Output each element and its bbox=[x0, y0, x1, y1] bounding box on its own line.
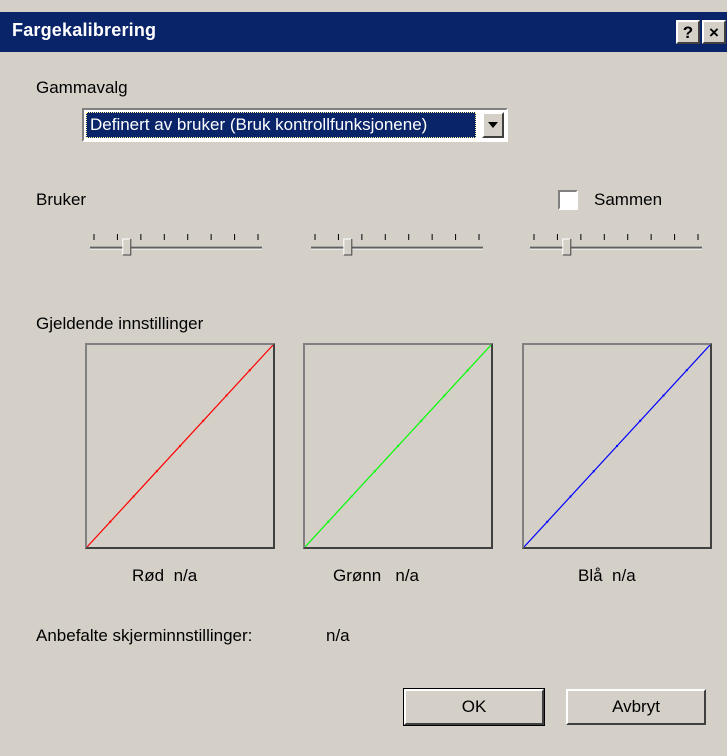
ok-button[interactable]: OK bbox=[403, 688, 545, 726]
window-title: Fargekalibrering bbox=[12, 20, 157, 40]
slider-blue-thumb bbox=[562, 238, 572, 256]
graph-green-point bbox=[420, 419, 423, 422]
chevron-down-icon bbox=[488, 122, 498, 128]
graph-red-point bbox=[109, 520, 112, 523]
graph-blue-point bbox=[546, 520, 549, 523]
slider-red-thumb bbox=[122, 238, 132, 256]
blue-channel-value: n/a bbox=[612, 566, 636, 585]
ok-button-label: OK bbox=[461, 697, 487, 716]
green-channel-label: Grønn n/a bbox=[333, 566, 419, 586]
red-channel-value: n/a bbox=[173, 566, 198, 585]
gamma-selected-value: Definert av bruker (Bruk kontrollfunksjo… bbox=[86, 112, 476, 138]
graph-green-point bbox=[373, 470, 376, 473]
color-calibration-dialog: Fargekalibrering ? × Gammavalg Definert … bbox=[0, 0, 727, 756]
graph-green bbox=[303, 343, 493, 549]
user-label: Bruker bbox=[36, 190, 87, 209]
graph-blue-point bbox=[569, 495, 572, 498]
graph-green-point bbox=[466, 369, 469, 372]
slider-red[interactable] bbox=[88, 232, 264, 256]
graph-green-point bbox=[397, 445, 399, 447]
graph-red-point bbox=[225, 394, 228, 397]
recommended-label: Anbefalte skjerminnstillinger: bbox=[36, 626, 253, 645]
cancel-button[interactable]: Avbryt bbox=[566, 689, 706, 725]
graph-blue-point bbox=[592, 470, 595, 473]
red-channel-name: Rød bbox=[132, 566, 165, 585]
graph-red-point bbox=[179, 445, 181, 447]
graph-red-point bbox=[132, 495, 135, 498]
slider-green[interactable] bbox=[309, 232, 485, 256]
slider-green-thumb bbox=[343, 238, 353, 256]
close-button[interactable]: × bbox=[702, 20, 726, 44]
blue-channel-name: Blå bbox=[578, 566, 603, 585]
graph-blue-point bbox=[685, 369, 688, 372]
blue-channel-label: Blå n/a bbox=[578, 566, 636, 586]
graph-green-point bbox=[327, 520, 330, 523]
graph-green-point bbox=[350, 495, 353, 498]
graph-red-point bbox=[202, 419, 205, 422]
cancel-button-label: Avbryt bbox=[612, 697, 660, 716]
recommended-value: n/a bbox=[326, 626, 350, 645]
green-channel-name: Grønn bbox=[333, 566, 382, 585]
together-label: Sammen bbox=[594, 190, 663, 209]
gamma-label: Gammavalg bbox=[36, 78, 128, 97]
help-icon: ? bbox=[682, 22, 694, 42]
slider-blue[interactable] bbox=[528, 232, 704, 256]
current-settings-label: Gjeldende innstillinger bbox=[36, 314, 204, 333]
graph-red-point bbox=[248, 369, 251, 372]
gamma-dropdown-button[interactable] bbox=[482, 112, 504, 138]
help-button[interactable]: ? bbox=[676, 20, 700, 44]
graph-blue bbox=[522, 343, 712, 549]
gamma-select[interactable]: Definert av bruker (Bruk kontrollfunksjo… bbox=[82, 108, 508, 142]
graph-green-point bbox=[443, 394, 446, 397]
together-checkbox[interactable] bbox=[558, 190, 578, 210]
graph-blue-point bbox=[616, 445, 618, 447]
red-channel-label: Rød n/a bbox=[132, 566, 197, 586]
graph-blue-point bbox=[639, 419, 642, 422]
graph-blue-point bbox=[662, 394, 665, 397]
graph-red-point bbox=[155, 470, 158, 473]
graph-red bbox=[85, 343, 275, 549]
green-channel-value: n/a bbox=[395, 566, 419, 585]
close-icon: × bbox=[709, 22, 719, 42]
